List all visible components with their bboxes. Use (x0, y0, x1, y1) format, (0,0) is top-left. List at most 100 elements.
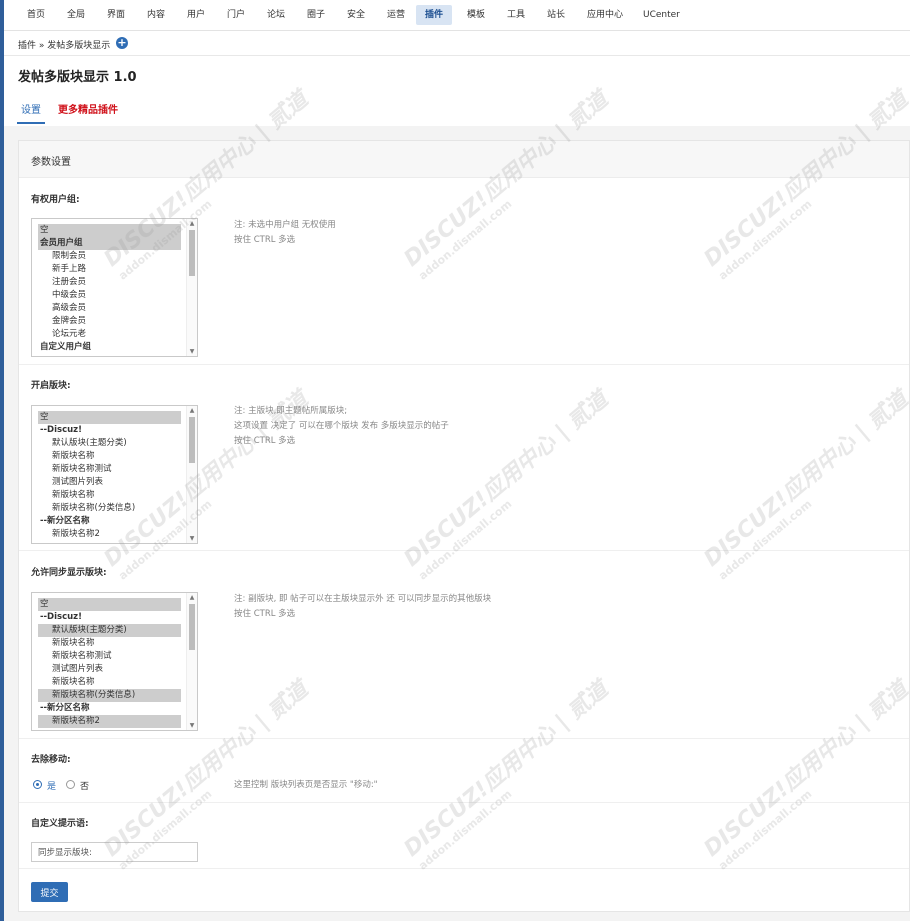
remove-move-note: 这里控制 版块列表页是否显示 "移动:" (234, 780, 378, 790)
divider (19, 550, 909, 551)
panel-title: 参数设置 (31, 157, 71, 168)
nav-item-interface[interactable]: 界面 (98, 5, 134, 25)
scrollbar-thumb[interactable] (189, 417, 195, 463)
divider (19, 364, 909, 365)
remove-move-yes-label[interactable]: 是 (47, 779, 56, 792)
remove-move-radio-group: 是 否 (33, 780, 113, 792)
list-option[interactable]: 新版块名称测试 (38, 463, 181, 476)
help-note-line: 按住 CTRL 多选 (234, 436, 296, 446)
scroll-down-icon[interactable]: ▼ (187, 721, 197, 730)
help-note-line: 按住 CTRL 多选 (234, 235, 296, 245)
scrollbar-thumb[interactable] (189, 604, 195, 650)
list-option[interactable]: 默认版块(主题分类) (38, 437, 181, 450)
nav-item-groups[interactable]: 圈子 (298, 5, 334, 25)
list-option[interactable]: 新版块名称 (38, 450, 181, 463)
listbox-scrollbar[interactable]: ▲ ▼ (186, 406, 197, 543)
list-option[interactable]: 新版块名称(分类信息) (38, 689, 181, 702)
help-note-line: 按住 CTRL 多选 (234, 609, 296, 619)
list-option[interactable]: 新版块名称2 (38, 715, 181, 728)
remove-move-yes-radio[interactable] (33, 780, 42, 789)
list-option[interactable]: --Discuz! (38, 424, 181, 437)
list-option[interactable]: 空 (38, 598, 181, 611)
top-navigation: 首页 全局 界面 内容 用户 门户 论坛 圈子 安全 运营 插件 模板 工具 站… (4, 0, 910, 31)
list-option[interactable]: 限制会员 (38, 250, 181, 263)
list-option[interactable]: 自定义用户组 (38, 341, 181, 354)
list-option[interactable]: 新版块名称2 (38, 528, 181, 541)
divider (19, 738, 909, 739)
settings-panel: 参数设置 有权用户组: 空会员用户组 限制会员 新手上路 注册会员 中级会员 高级会员 金牌… (18, 140, 910, 912)
custom-prompt-label: 自定义提示语: (31, 819, 89, 829)
listbox-scrollbar[interactable]: ▲ ▼ (186, 219, 197, 356)
list-option[interactable]: 中级会员 (38, 289, 181, 302)
nav-item-admin[interactable]: 站长 (538, 5, 574, 25)
nav-item-content[interactable]: 内容 (138, 5, 174, 25)
listbox-scrollbar[interactable]: ▲ ▼ (186, 593, 197, 730)
scroll-up-icon[interactable]: ▲ (187, 406, 197, 415)
help-note-line: 注: 主版块,即主题帖所属版块; (234, 406, 348, 416)
list-option[interactable]: 高级会员 (38, 302, 181, 315)
remove-move-label: 去除移动: (31, 755, 71, 765)
tab-settings[interactable]: 设置 (17, 101, 45, 124)
nav-item-tools[interactable]: 工具 (498, 5, 534, 25)
list-option[interactable]: 新版块名称 (38, 489, 181, 502)
list-option[interactable]: 默认版块(主题分类) (38, 624, 181, 637)
list-option[interactable]: 注册会员 (38, 276, 181, 289)
list-option[interactable]: 新手上路 (38, 263, 181, 276)
sync-forums-listbox[interactable]: 空 --Discuz! 默认版块(主题分类) 新版块名称 新版块名称测试 测试图片列表 新版… (31, 592, 198, 731)
nav-item-operations[interactable]: 运营 (378, 5, 414, 25)
enabled-forums-label: 开启版块: (31, 381, 71, 391)
add-shortcut-icon[interactable]: + (116, 37, 128, 49)
list-option[interactable]: --Discuz! (38, 611, 181, 624)
list-option[interactable]: 测试图片列表 (38, 476, 181, 489)
nav-item-app-center[interactable]: 应用中心 (578, 5, 632, 25)
help-note-line: 注: 副版块, 即 帖子可以在主版块显示外 还 可以同步显示的其他版块 (234, 594, 492, 604)
divider (19, 868, 909, 869)
tab-more-plugins[interactable]: 更多精品插件 (58, 101, 118, 116)
breadcrumb: 插件 » 发帖多版块显示 + (4, 31, 910, 56)
tab-settings-label: 设置 (21, 105, 41, 116)
list-option[interactable]: 新版块名称测试 (38, 650, 181, 663)
nav-item-portal[interactable]: 门户 (218, 5, 254, 25)
list-option[interactable]: 金牌会员 (38, 315, 181, 328)
help-note-line: 注: 未选中用户组 无权使用 (234, 220, 336, 230)
nav-item-security[interactable]: 安全 (338, 5, 374, 25)
list-option[interactable]: 新版块名称(分类信息) (38, 502, 181, 515)
nav-item-users[interactable]: 用户 (178, 5, 214, 25)
sync-forums-note: 注: 副版块, 即 帖子可以在主版块显示外 还 可以同步显示的其他版块 按住 CT… (234, 592, 491, 622)
list-option[interactable]: 会员用户组 (38, 237, 181, 250)
nav-item-plugins[interactable]: 插件 (416, 5, 453, 25)
remove-move-no-radio[interactable] (66, 780, 75, 789)
submit-button[interactable]: 提交 (31, 882, 68, 902)
list-option[interactable]: 空 (38, 411, 181, 424)
scroll-up-icon[interactable]: ▲ (187, 219, 197, 228)
list-option[interactable]: 论坛元老 (38, 328, 181, 341)
list-option[interactable]: 空 (38, 224, 181, 237)
list-option[interactable]: --新分区名称 (38, 702, 181, 715)
list-option[interactable]: --新分区名称 (38, 515, 181, 528)
sync-forums-label: 允许同步显示版块: (31, 568, 107, 578)
list-option[interactable]: 测试图片列表 (38, 663, 181, 676)
scroll-down-icon[interactable]: ▼ (187, 534, 197, 543)
panel-header: 参数设置 (19, 141, 909, 178)
scroll-up-icon[interactable]: ▲ (187, 593, 197, 602)
scroll-down-icon[interactable]: ▼ (187, 347, 197, 356)
list-option[interactable]: 新版块名称 (38, 637, 181, 650)
nav-item-global[interactable]: 全局 (58, 5, 94, 25)
user-groups-label: 有权用户组: (31, 195, 80, 205)
custom-prompt-input[interactable] (31, 842, 198, 862)
divider (19, 802, 909, 803)
user-groups-listbox[interactable]: 空会员用户组 限制会员 新手上路 注册会员 中级会员 高级会员 金牌会员 论坛元老 自定义用户组… (31, 218, 198, 357)
plugin-header: 发帖多版块显示 1.0 设置 更多精品插件 (4, 56, 910, 126)
remove-move-no-label[interactable]: 否 (80, 779, 89, 792)
list-option[interactable]: 新版块名称 (38, 676, 181, 689)
nav-item-home[interactable]: 首页 (18, 5, 54, 25)
nav-item-templates[interactable]: 模板 (458, 5, 494, 25)
tab-active-underline (17, 122, 45, 124)
enabled-forums-note: 注: 主版块,即主题帖所属版块; 这项设置 决定了 可以在哪个版块 发布 多版块显… (234, 404, 449, 449)
scrollbar-thumb[interactable] (189, 230, 195, 276)
nav-item-ucenter[interactable]: UCenter (634, 5, 689, 25)
enabled-forums-listbox[interactable]: 空 --Discuz! 默认版块(主题分类) 新版块名称 新版块名称测试 测试图片列表 新版… (31, 405, 198, 544)
nav-item-forum[interactable]: 论坛 (258, 5, 294, 25)
left-sidebar-strip (0, 0, 4, 921)
help-note-line: 这项设置 决定了 可以在哪个版块 发布 多版块显示的帖子 (234, 421, 449, 431)
